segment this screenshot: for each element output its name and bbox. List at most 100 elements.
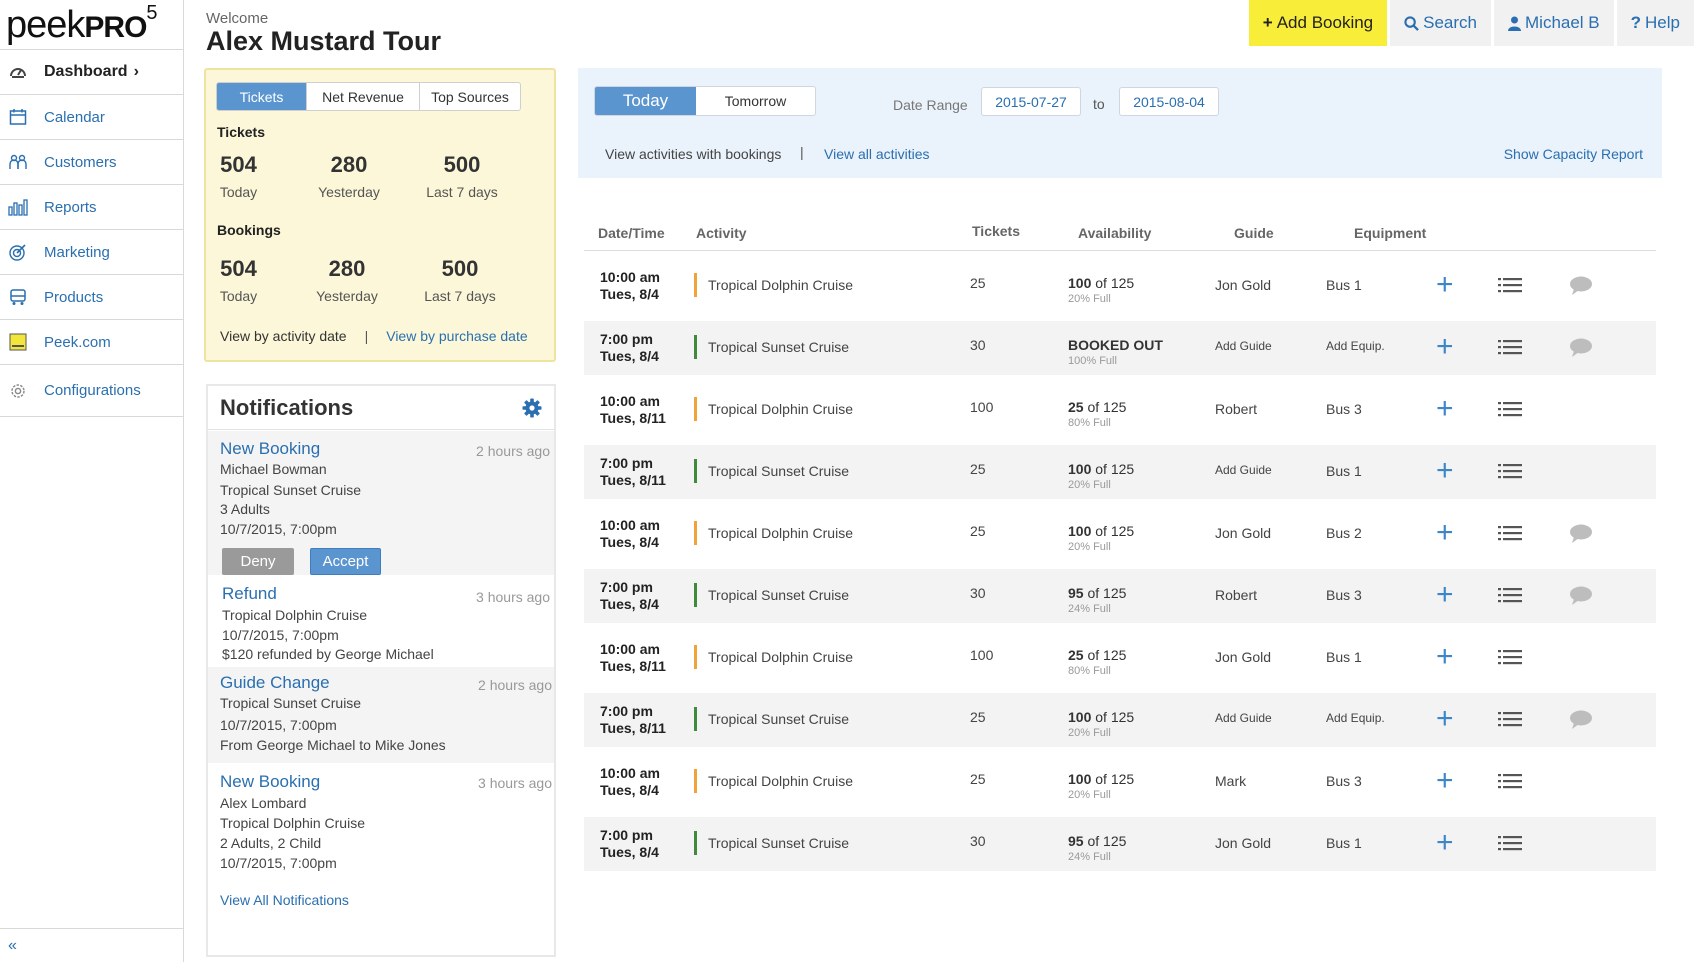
tab-tickets[interactable]: Tickets	[217, 83, 307, 110]
list-icon[interactable]	[1498, 711, 1522, 730]
row-guide[interactable]: Robert	[1215, 587, 1257, 603]
table-row[interactable]: 7:00 pm Tues, 8/4 Tropical Sunset Cruise 30…	[584, 569, 1656, 623]
row-guide[interactable]: Add Guide	[1215, 711, 1272, 725]
row-activity[interactable]: Tropical Sunset Cruise	[708, 463, 849, 479]
sidebar-item-products[interactable]: Products	[0, 275, 183, 320]
row-equipment[interactable]: Bus 3	[1326, 773, 1362, 789]
add-booking-button[interactable]: + Add Booking	[1248, 0, 1388, 46]
add-icon[interactable]: +	[1436, 456, 1454, 486]
sidebar-item-reports[interactable]: Reports	[0, 185, 183, 230]
show-capacity-report-link[interactable]: Show Capacity Report	[1504, 146, 1643, 162]
collapse-sidebar-button[interactable]: «	[0, 928, 183, 962]
add-icon[interactable]: +	[1436, 332, 1454, 362]
help-button[interactable]: ? Help	[1616, 0, 1694, 46]
row-equipment[interactable]: Bus 3	[1326, 401, 1362, 417]
date-from-input[interactable]: 2015-07-27	[981, 87, 1081, 116]
view-activities-with-bookings[interactable]: View activities with bookings	[605, 146, 781, 162]
row-activity[interactable]: Tropical Sunset Cruise	[708, 835, 849, 851]
list-icon[interactable]	[1498, 835, 1522, 854]
row-activity[interactable]: Tropical Sunset Cruise	[708, 339, 849, 355]
tab-today[interactable]: Today	[595, 87, 696, 115]
notification-title[interactable]: Refund	[222, 584, 277, 604]
table-row[interactable]: 10:00 am Tues, 8/4 Tropical Dolphin Cruise…	[584, 755, 1656, 809]
table-row[interactable]: 10:00 am Tues, 8/11 Tropical Dolphin Cruis…	[584, 383, 1656, 437]
accept-button[interactable]: Accept	[310, 548, 381, 575]
table-row[interactable]: 7:00 pm Tues, 8/11 Tropical Sunset Cruise 2…	[584, 445, 1656, 499]
row-guide[interactable]: Jon Gold	[1215, 277, 1271, 293]
add-icon[interactable]: +	[1436, 394, 1454, 424]
row-guide[interactable]: Jon Gold	[1215, 525, 1271, 541]
sidebar-item-customers[interactable]: Customers	[0, 140, 183, 185]
row-activity[interactable]: Tropical Dolphin Cruise	[708, 401, 853, 417]
date-to-input[interactable]: 2015-08-04	[1119, 87, 1219, 116]
tab-net-revenue[interactable]: Net Revenue	[307, 83, 420, 110]
stat-value: 504	[220, 152, 257, 177]
notification-title[interactable]: New Booking	[220, 772, 320, 792]
row-guide[interactable]: Mark	[1215, 773, 1246, 789]
table-row[interactable]: 10:00 am Tues, 8/4 Tropical Dolphin Cruise…	[584, 259, 1656, 313]
row-equipment[interactable]: Bus 2	[1326, 525, 1362, 541]
row-guide[interactable]: Robert	[1215, 401, 1257, 417]
sidebar-item-marketing[interactable]: Marketing	[0, 230, 183, 275]
row-activity[interactable]: Tropical Sunset Cruise	[708, 711, 849, 727]
table-row[interactable]: 7:00 pm Tues, 8/4 Tropical Sunset Cruise 30…	[584, 321, 1656, 375]
add-icon[interactable]: +	[1436, 518, 1454, 548]
view-by-purchase-date-link[interactable]: View by purchase date	[386, 328, 527, 344]
row-activity[interactable]: Tropical Sunset Cruise	[708, 587, 849, 603]
row-guide[interactable]: Jon Gold	[1215, 649, 1271, 665]
list-icon[interactable]	[1498, 649, 1522, 668]
sidebar-item-configurations[interactable]: Configurations	[0, 365, 183, 417]
add-icon[interactable]: +	[1436, 270, 1454, 300]
row-equipment[interactable]: Bus 1	[1326, 277, 1362, 293]
notification-title[interactable]: Guide Change	[220, 673, 330, 693]
deny-button[interactable]: Deny	[222, 548, 294, 575]
peekpro-logo[interactable]: peekPRO5	[0, 0, 183, 50]
add-icon[interactable]: +	[1436, 704, 1454, 734]
table-row[interactable]: 7:00 pm Tues, 8/4 Tropical Sunset Cruise 30…	[584, 817, 1656, 871]
list-icon[interactable]	[1498, 463, 1522, 482]
row-activity[interactable]: Tropical Dolphin Cruise	[708, 525, 853, 541]
add-icon[interactable]: +	[1436, 828, 1454, 858]
view-by-activity-date[interactable]: View by activity date	[220, 328, 347, 344]
add-icon[interactable]: +	[1436, 642, 1454, 672]
list-icon[interactable]	[1498, 587, 1522, 606]
view-all-notifications-link[interactable]: View All Notifications	[220, 892, 349, 908]
sidebar-item-calendar[interactable]: Calendar	[0, 95, 183, 140]
add-icon[interactable]: +	[1436, 580, 1454, 610]
list-icon[interactable]	[1498, 401, 1522, 420]
comment-icon[interactable]	[1569, 276, 1593, 299]
table-row[interactable]: 10:00 am Tues, 8/4 Tropical Dolphin Cruise…	[584, 507, 1656, 561]
comment-icon[interactable]	[1569, 710, 1593, 733]
row-equipment[interactable]: Bus 1	[1326, 649, 1362, 665]
sidebar-item-dashboard[interactable]: Dashboard ›	[0, 50, 183, 95]
sidebar-item-peek-com[interactable]: Peek.com	[0, 320, 183, 365]
row-activity[interactable]: Tropical Dolphin Cruise	[708, 649, 853, 665]
list-icon[interactable]	[1498, 773, 1522, 792]
tab-tomorrow[interactable]: Tomorrow	[696, 87, 815, 115]
table-row[interactable]: 10:00 am Tues, 8/11 Tropical Dolphin Cruis…	[584, 631, 1656, 685]
comment-icon[interactable]	[1569, 524, 1593, 547]
row-guide[interactable]: Jon Gold	[1215, 835, 1271, 851]
row-activity[interactable]: Tropical Dolphin Cruise	[708, 773, 853, 789]
row-guide[interactable]: Add Guide	[1215, 339, 1272, 353]
comment-icon[interactable]	[1569, 586, 1593, 609]
view-all-activities-link[interactable]: View all activities	[824, 146, 930, 162]
list-icon[interactable]	[1498, 339, 1522, 358]
row-equipment[interactable]: Bus 1	[1326, 463, 1362, 479]
row-equipment[interactable]: Bus 3	[1326, 587, 1362, 603]
row-activity[interactable]: Tropical Dolphin Cruise	[708, 277, 853, 293]
add-icon[interactable]: +	[1436, 766, 1454, 796]
list-icon[interactable]	[1498, 277, 1522, 296]
comment-icon[interactable]	[1569, 338, 1593, 361]
table-row[interactable]: 7:00 pm Tues, 8/11 Tropical Sunset Cruise 2…	[584, 693, 1656, 747]
row-equipment[interactable]: Add Equip.	[1326, 339, 1385, 353]
gear-icon[interactable]	[522, 398, 542, 418]
row-equipment[interactable]: Bus 1	[1326, 835, 1362, 851]
tab-top-sources[interactable]: Top Sources	[420, 83, 520, 110]
list-icon[interactable]	[1498, 525, 1522, 544]
search-button[interactable]: Search	[1390, 0, 1491, 46]
user-menu-button[interactable]: Michael B	[1494, 0, 1614, 46]
row-guide[interactable]: Add Guide	[1215, 463, 1272, 477]
row-equipment[interactable]: Add Equip.	[1326, 711, 1385, 725]
notification-title[interactable]: New Booking	[220, 439, 320, 459]
